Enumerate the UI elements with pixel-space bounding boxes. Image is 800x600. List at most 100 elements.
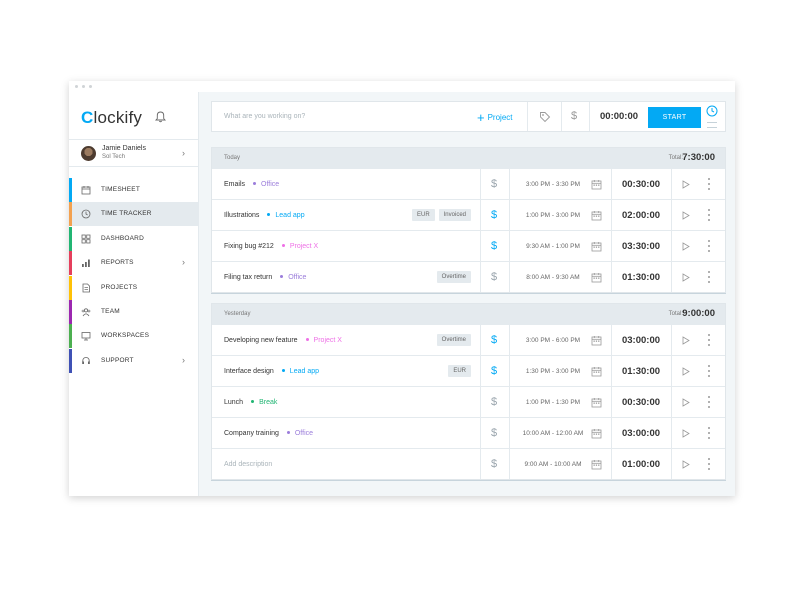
- billable-icon[interactable]: $: [491, 334, 497, 346]
- calendar-icon[interactable]: [591, 335, 602, 346]
- tag-icon[interactable]: [539, 111, 551, 123]
- calendar-icon[interactable]: [591, 272, 602, 283]
- entry-time-range[interactable]: 1:00 PM - 3:00 PM: [512, 212, 594, 219]
- entry-time-range[interactable]: 1:00 PM - 1:30 PM: [512, 399, 594, 406]
- tag-badge[interactable]: EUR: [411, 209, 435, 221]
- entry-description[interactable]: Lunch: [224, 399, 243, 406]
- tag-badge[interactable]: Overtime: [436, 334, 471, 346]
- entry-description[interactable]: Filing tax return: [224, 274, 272, 281]
- play-icon[interactable]: [682, 336, 690, 345]
- sidebar-item-reports[interactable]: REPORTS ›: [69, 251, 199, 276]
- plus-icon: +: [477, 110, 485, 125]
- window-dot[interactable]: [89, 85, 92, 88]
- entry-time-range[interactable]: 3:00 PM - 6:00 PM: [512, 337, 594, 344]
- sidebar-item-timesheet[interactable]: TIMESHEET: [69, 178, 199, 202]
- window-dot[interactable]: [75, 85, 78, 88]
- play-icon[interactable]: [682, 398, 690, 407]
- entry-duration[interactable]: 03:30:00: [619, 241, 663, 252]
- manual-mode-list-icon[interactable]: [707, 122, 717, 128]
- entry-project[interactable]: Project X: [314, 337, 342, 344]
- entry-project[interactable]: Office: [261, 181, 279, 188]
- calendar-icon[interactable]: [591, 179, 602, 190]
- billable-toggle-icon[interactable]: $: [571, 110, 577, 122]
- entry-duration[interactable]: 00:30:00: [619, 179, 663, 190]
- entry-description[interactable]: Illustrations: [224, 212, 259, 219]
- tag-badge[interactable]: Overtime: [436, 271, 471, 283]
- bell-icon[interactable]: [155, 111, 166, 123]
- more-options-icon[interactable]: [708, 240, 711, 252]
- tag-badge[interactable]: EUR: [448, 365, 471, 377]
- more-options-icon[interactable]: [708, 458, 711, 470]
- entry-duration[interactable]: 01:30:00: [619, 366, 663, 377]
- entry-time-range[interactable]: 9:30 AM - 1:00 PM: [512, 243, 594, 250]
- entry-project[interactable]: Office: [288, 274, 306, 281]
- divider: [611, 449, 612, 479]
- entry-description[interactable]: Add description: [224, 461, 272, 468]
- sidebar-item-workspaces[interactable]: WORKSPACES: [69, 324, 199, 349]
- play-icon[interactable]: [682, 180, 690, 189]
- sidebar-item-support[interactable]: SUPPORT ›: [69, 348, 199, 373]
- user-profile[interactable]: Jamie Daniels Sol Tech ›: [69, 139, 199, 167]
- more-options-icon[interactable]: [708, 365, 711, 377]
- billable-icon[interactable]: $: [491, 178, 497, 190]
- calendar-icon[interactable]: [591, 397, 602, 408]
- more-options-icon[interactable]: [708, 271, 711, 283]
- calendar-icon[interactable]: [591, 241, 602, 252]
- more-options-icon[interactable]: [708, 209, 711, 221]
- entry-duration[interactable]: 01:00:00: [619, 459, 663, 470]
- entry-duration[interactable]: 02:00:00: [619, 210, 663, 221]
- start-button[interactable]: START: [648, 107, 701, 128]
- add-project-button[interactable]: + Project: [477, 110, 513, 125]
- billable-icon[interactable]: $: [491, 458, 497, 470]
- play-icon[interactable]: [682, 460, 690, 469]
- entry-time-range[interactable]: 8:00 AM - 9:30 AM: [512, 274, 594, 281]
- timer-mode-clock-icon[interactable]: [706, 105, 718, 117]
- entry-project[interactable]: Office: [295, 430, 313, 437]
- play-icon[interactable]: [682, 367, 690, 376]
- entry-duration[interactable]: 03:00:00: [619, 335, 663, 346]
- clockify-logo[interactable]: Clockify: [81, 108, 142, 128]
- play-icon[interactable]: [682, 429, 690, 438]
- calendar-icon[interactable]: [591, 210, 602, 221]
- entry-duration[interactable]: 03:00:00: [619, 428, 663, 439]
- sidebar-item-team[interactable]: TEAM: [69, 300, 199, 324]
- entry-description[interactable]: Fixing bug #212: [224, 243, 274, 250]
- billable-icon[interactable]: $: [491, 365, 497, 377]
- entry-time-range[interactable]: 9:00 AM - 10:00 AM: [512, 461, 594, 468]
- sidebar-item-dashboard[interactable]: DASHBOARD: [69, 226, 199, 251]
- billable-icon[interactable]: $: [491, 271, 497, 283]
- sidebar-item-time-tracker[interactable]: TIME TRACKER: [69, 202, 199, 227]
- calendar-icon[interactable]: [591, 428, 602, 439]
- more-options-icon[interactable]: [708, 334, 711, 346]
- more-options-icon[interactable]: [708, 427, 711, 439]
- entry-time-range[interactable]: 10:00 AM - 12:00 AM: [512, 430, 594, 437]
- play-icon[interactable]: [682, 242, 690, 251]
- more-options-icon[interactable]: [708, 178, 711, 190]
- description-input[interactable]: What are you working on?: [224, 113, 305, 120]
- calendar-icon[interactable]: [591, 366, 602, 377]
- play-icon[interactable]: [682, 211, 690, 220]
- entry-project[interactable]: Project X: [290, 243, 318, 250]
- divider: [509, 449, 510, 479]
- entry-description[interactable]: Company training: [224, 430, 279, 437]
- tag-badge[interactable]: Invoiced: [438, 209, 471, 221]
- entry-duration[interactable]: 00:30:00: [619, 397, 663, 408]
- billable-icon[interactable]: $: [491, 427, 497, 439]
- entry-description[interactable]: Emails: [224, 181, 245, 188]
- entry-project[interactable]: Lead app: [290, 368, 319, 375]
- entry-time-range[interactable]: 3:00 PM - 3:30 PM: [512, 181, 594, 188]
- billable-icon[interactable]: $: [491, 209, 497, 221]
- window-dot[interactable]: [82, 85, 85, 88]
- entry-duration[interactable]: 01:30:00: [619, 272, 663, 283]
- entry-project[interactable]: Break: [259, 399, 277, 406]
- entry-description[interactable]: Interface design: [224, 368, 274, 375]
- billable-icon[interactable]: $: [491, 396, 497, 408]
- more-options-icon[interactable]: [708, 396, 711, 408]
- billable-icon[interactable]: $: [491, 240, 497, 252]
- entry-project[interactable]: Lead app: [275, 212, 304, 219]
- entry-time-range[interactable]: 1:30 PM - 3:00 PM: [512, 368, 594, 375]
- entry-description[interactable]: Developing new feature: [224, 337, 298, 344]
- play-icon[interactable]: [682, 273, 690, 282]
- sidebar-item-projects[interactable]: PROJECTS: [69, 275, 199, 300]
- calendar-icon[interactable]: [591, 459, 602, 470]
